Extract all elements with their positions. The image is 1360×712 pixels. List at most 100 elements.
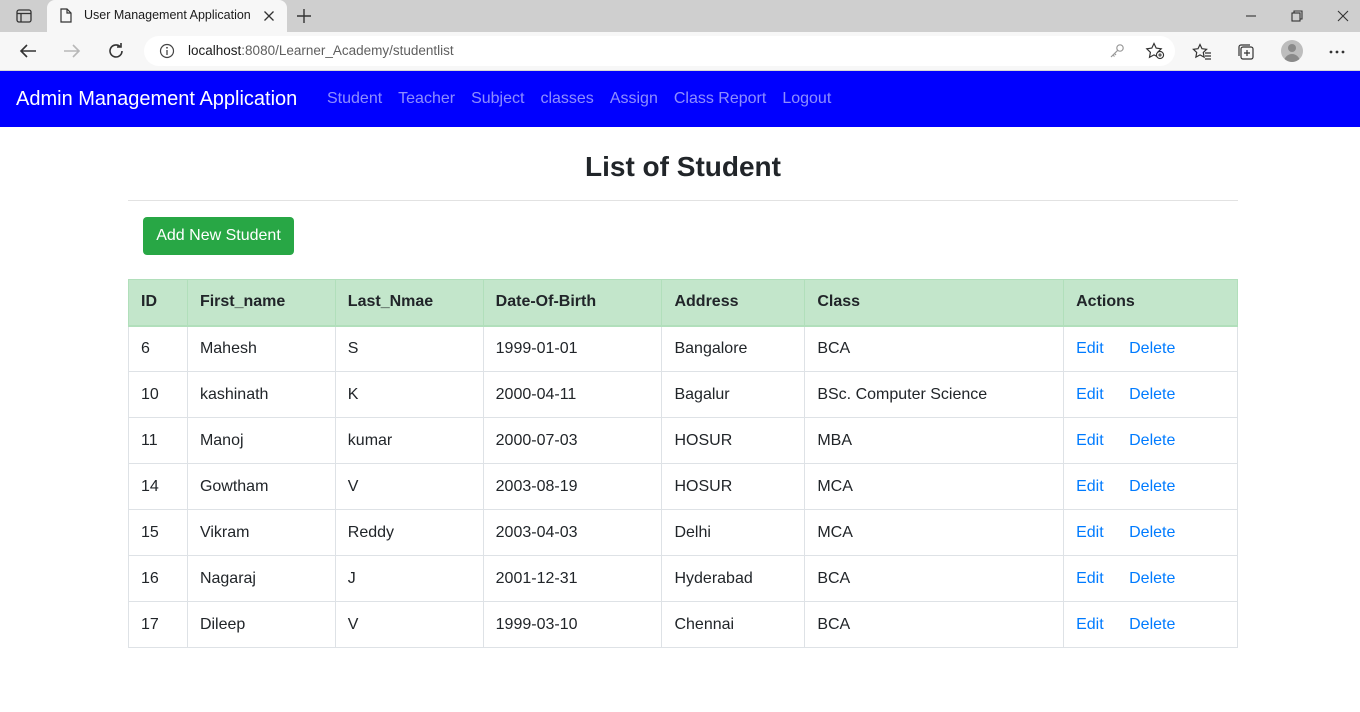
- edit-link[interactable]: Edit: [1076, 616, 1129, 634]
- cell-actions: Edit Delete: [1063, 417, 1238, 464]
- nav-link-subject[interactable]: Subject: [471, 90, 524, 108]
- cell-address: HOSUR: [661, 463, 806, 510]
- delete-link[interactable]: Delete: [1129, 616, 1175, 633]
- key-icon[interactable]: [1109, 43, 1125, 64]
- cell-date-of-birth: 2003-08-19: [482, 463, 663, 510]
- url-host: localhost: [188, 43, 242, 58]
- cell-date-of-birth: 1999-01-01: [482, 325, 663, 372]
- cell-last-name: V: [334, 463, 484, 510]
- forward-arrow-icon[interactable]: [61, 40, 83, 62]
- cell-date-of-birth: 2001-12-31: [482, 555, 663, 602]
- url-text: localhost:8080/Learner_Academy/studentli…: [188, 43, 454, 58]
- cell-id: 17: [128, 601, 188, 648]
- cell-address: Hyderabad: [661, 555, 806, 602]
- close-tab-icon[interactable]: [261, 8, 277, 24]
- cell-first-name: Gowtham: [186, 463, 336, 510]
- restore-icon[interactable]: [1287, 6, 1307, 26]
- page-title: List of Student: [585, 151, 781, 182]
- edit-link[interactable]: Edit: [1076, 524, 1129, 542]
- nav-link-teacher[interactable]: Teacher: [398, 90, 455, 108]
- cell-address: Chennai: [661, 601, 806, 648]
- navbar-brand[interactable]: Admin Management Application: [16, 88, 297, 111]
- cell-address: Bagalur: [661, 371, 806, 418]
- cell-date-of-birth: 2003-04-03: [482, 509, 663, 556]
- cell-last-name: kumar: [334, 417, 484, 464]
- delete-link[interactable]: Delete: [1129, 524, 1175, 541]
- avatar-body: [1284, 54, 1300, 62]
- info-icon[interactable]: [159, 43, 175, 64]
- table-row: 15 Vikram Reddy 2003-04-03 Delhi MCA Edi…: [128, 509, 1238, 556]
- student-table: ID First_name Last_Nmae Date-Of-Birth Ad…: [128, 279, 1238, 648]
- cell-class: BCA: [804, 325, 1065, 372]
- cell-first-name: Manoj: [186, 417, 336, 464]
- tab-actions-icon[interactable]: [11, 6, 37, 26]
- column-header-actions: Actions: [1063, 279, 1238, 327]
- cell-actions: Edit Delete: [1063, 371, 1238, 418]
- browser-tab-bar: User Management Application: [0, 0, 1360, 32]
- cell-address: Bangalore: [661, 325, 806, 372]
- profile-avatar[interactable]: [1281, 40, 1303, 62]
- column-header-last-name: Last_Nmae: [334, 279, 484, 327]
- url-path: :8080/Learner_Academy/studentlist: [241, 43, 454, 58]
- nav-link-assign[interactable]: Assign: [610, 90, 658, 108]
- nav-link-logout[interactable]: Logout: [782, 90, 831, 108]
- edit-link[interactable]: Edit: [1076, 432, 1129, 450]
- cell-actions: Edit Delete: [1063, 325, 1238, 372]
- cell-last-name: J: [334, 555, 484, 602]
- address-bar[interactable]: localhost:8080/Learner_Academy/studentli…: [144, 36, 1175, 66]
- nav-link-student[interactable]: Student: [327, 90, 382, 108]
- close-window-icon[interactable]: [1333, 6, 1353, 26]
- cell-first-name: Mahesh: [186, 325, 336, 372]
- cell-actions: Edit Delete: [1063, 509, 1238, 556]
- add-favorite-icon[interactable]: [1145, 42, 1165, 65]
- table-header-row: ID First_name Last_Nmae Date-Of-Birth Ad…: [128, 279, 1238, 327]
- nav-link-class-report[interactable]: Class Report: [674, 90, 766, 108]
- cell-date-of-birth: 2000-07-03: [482, 417, 663, 464]
- cell-actions: Edit Delete: [1063, 601, 1238, 648]
- table-row: 14 Gowtham V 2003-08-19 HOSUR MCA Edit De…: [128, 463, 1238, 510]
- cell-class: BCA: [804, 601, 1065, 648]
- refresh-icon[interactable]: [105, 40, 127, 62]
- cell-address: HOSUR: [661, 417, 806, 464]
- more-options-icon[interactable]: [1326, 41, 1348, 63]
- favorites-icon[interactable]: [1191, 41, 1213, 63]
- edit-link[interactable]: Edit: [1076, 386, 1129, 404]
- new-tab-icon[interactable]: [294, 6, 314, 26]
- back-arrow-icon[interactable]: [17, 40, 39, 62]
- cell-first-name: Nagaraj: [186, 555, 336, 602]
- nav-links: Student Teacher Subject classes Assign C…: [327, 90, 831, 108]
- cell-first-name: Dileep: [186, 601, 336, 648]
- app-navbar: Admin Management Application Student Tea…: [0, 71, 1360, 127]
- delete-link[interactable]: Delete: [1129, 340, 1175, 357]
- delete-link[interactable]: Delete: [1129, 432, 1175, 449]
- cell-class: MCA: [804, 463, 1065, 510]
- nav-link-classes[interactable]: classes: [540, 90, 593, 108]
- column-header-first-name: First_name: [186, 279, 336, 327]
- edit-link[interactable]: Edit: [1076, 340, 1129, 358]
- delete-link[interactable]: Delete: [1129, 386, 1175, 403]
- cell-id: 6: [128, 325, 188, 372]
- collections-icon[interactable]: [1235, 41, 1257, 63]
- cell-id: 11: [128, 417, 188, 464]
- cell-class: BSc. Computer Science: [804, 371, 1065, 418]
- edit-link[interactable]: Edit: [1076, 570, 1129, 588]
- avatar-head: [1288, 44, 1296, 52]
- column-header-date-of-birth: Date-Of-Birth: [482, 279, 663, 327]
- cell-last-name: S: [334, 325, 484, 372]
- delete-link[interactable]: Delete: [1129, 478, 1175, 495]
- minimize-icon[interactable]: [1241, 6, 1261, 26]
- browser-tab[interactable]: User Management Application: [47, 0, 287, 32]
- page-icon: [60, 8, 72, 28]
- cell-class: BCA: [804, 555, 1065, 602]
- cell-first-name: Vikram: [186, 509, 336, 556]
- column-header-class: Class: [804, 279, 1065, 327]
- cell-id: 14: [128, 463, 188, 510]
- cell-last-name: V: [334, 601, 484, 648]
- cell-date-of-birth: 1999-03-10: [482, 601, 663, 648]
- column-header-address: Address: [661, 279, 806, 327]
- cell-class: MBA: [804, 417, 1065, 464]
- edit-link[interactable]: Edit: [1076, 478, 1129, 496]
- delete-link[interactable]: Delete: [1129, 570, 1175, 587]
- add-new-student-button[interactable]: Add New Student: [143, 217, 294, 255]
- table-row: 10 kashinath K 2000-04-11 Bagalur BSc. C…: [128, 371, 1238, 418]
